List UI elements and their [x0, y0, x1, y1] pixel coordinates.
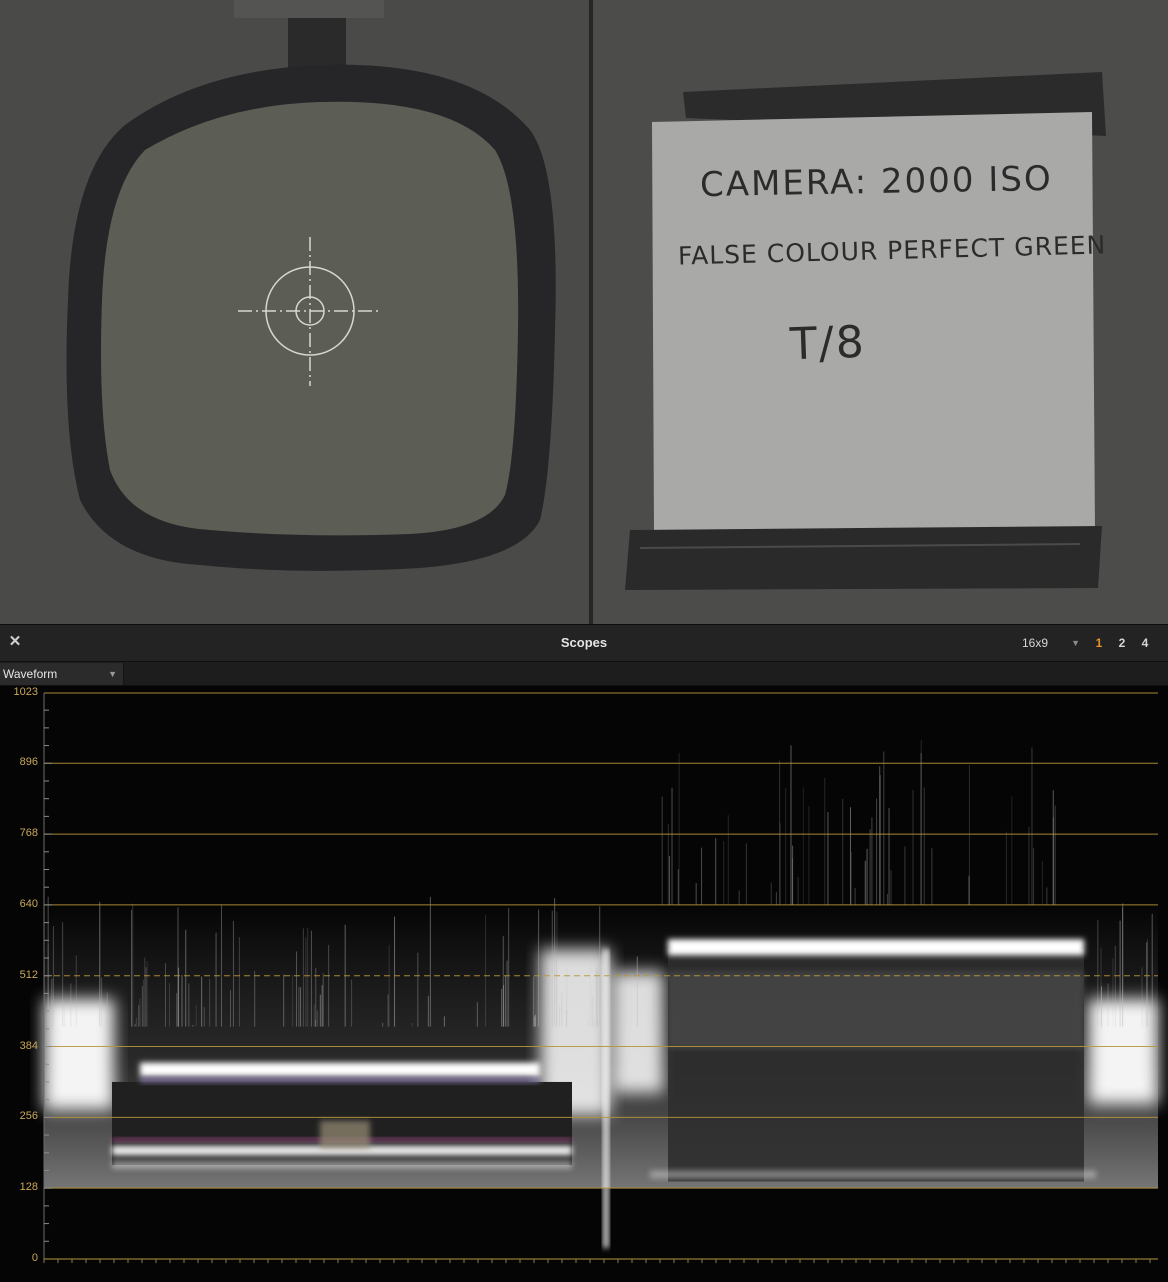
- waveform-border-low: [112, 1160, 572, 1169]
- waveform-graph: [43, 692, 1158, 1263]
- card-text-camera: CAMERA: 2000 ISO: [699, 158, 1054, 206]
- waveform-tape-level: [650, 1170, 1096, 1179]
- waveform-trace: [43, 740, 1158, 1248]
- waveform-mid-edge-2: [612, 971, 664, 1094]
- waveform-left-edge: [44, 998, 114, 1110]
- waveform-white-card-level: [668, 939, 1084, 956]
- scale-label-640: 640: [19, 897, 38, 910]
- layout-4-button[interactable]: 4: [1136, 632, 1154, 654]
- scope-type-value: Waveform: [3, 667, 58, 681]
- card-strap-top: [234, 0, 384, 18]
- scale-label-896: 896: [19, 756, 38, 769]
- scale-label-128: 128: [19, 1181, 38, 1194]
- layout-2-button[interactable]: 2: [1113, 632, 1131, 654]
- scale-label-0: 0: [31, 1252, 38, 1264]
- aspect-ratio-dropdown[interactable]: 16x9 ▼: [1016, 632, 1084, 654]
- scopes-panel-header: ✕ Scopes 16x9 ▼ 1 2 4: [0, 624, 1168, 662]
- chevron-down-icon: ▼: [1071, 638, 1080, 648]
- card-text-stop: T/8: [789, 316, 867, 371]
- waveform-grey-card-fringe: [140, 1077, 540, 1083]
- tape-bottom: [625, 526, 1102, 590]
- waveform-divider-spike: [603, 949, 609, 1248]
- scope-type-dropdown[interactable]: Waveform ▼: [0, 663, 124, 685]
- viewer-image-content: [66, 0, 1106, 590]
- waveform-white-card-haze: [668, 971, 1084, 1049]
- scale-label-768: 768: [19, 827, 38, 840]
- scale-label-1023: 1023: [13, 686, 38, 698]
- scope-toolbar: Waveform ▼: [0, 662, 1168, 686]
- waveform-scope[interactable]: 1023 896 768 640 512 384 256 128 0: [0, 686, 1168, 1282]
- panel-title: Scopes: [560, 635, 608, 650]
- waveform-target-bump: [320, 1120, 370, 1149]
- waveform-grey-card-level: [140, 1062, 540, 1077]
- layout-1-button[interactable]: 1: [1090, 632, 1108, 654]
- image-viewer: CAMERA: 2000 ISO FALSE COLOUR PERFECT GR…: [0, 0, 1168, 624]
- scale-label-512: 512: [19, 968, 38, 981]
- chevron-down-icon: ▼: [108, 669, 117, 679]
- aspect-ratio-value: 16x9: [1022, 636, 1049, 650]
- scale-label-384: 384: [19, 1039, 38, 1052]
- scale-label-256: 256: [19, 1110, 38, 1123]
